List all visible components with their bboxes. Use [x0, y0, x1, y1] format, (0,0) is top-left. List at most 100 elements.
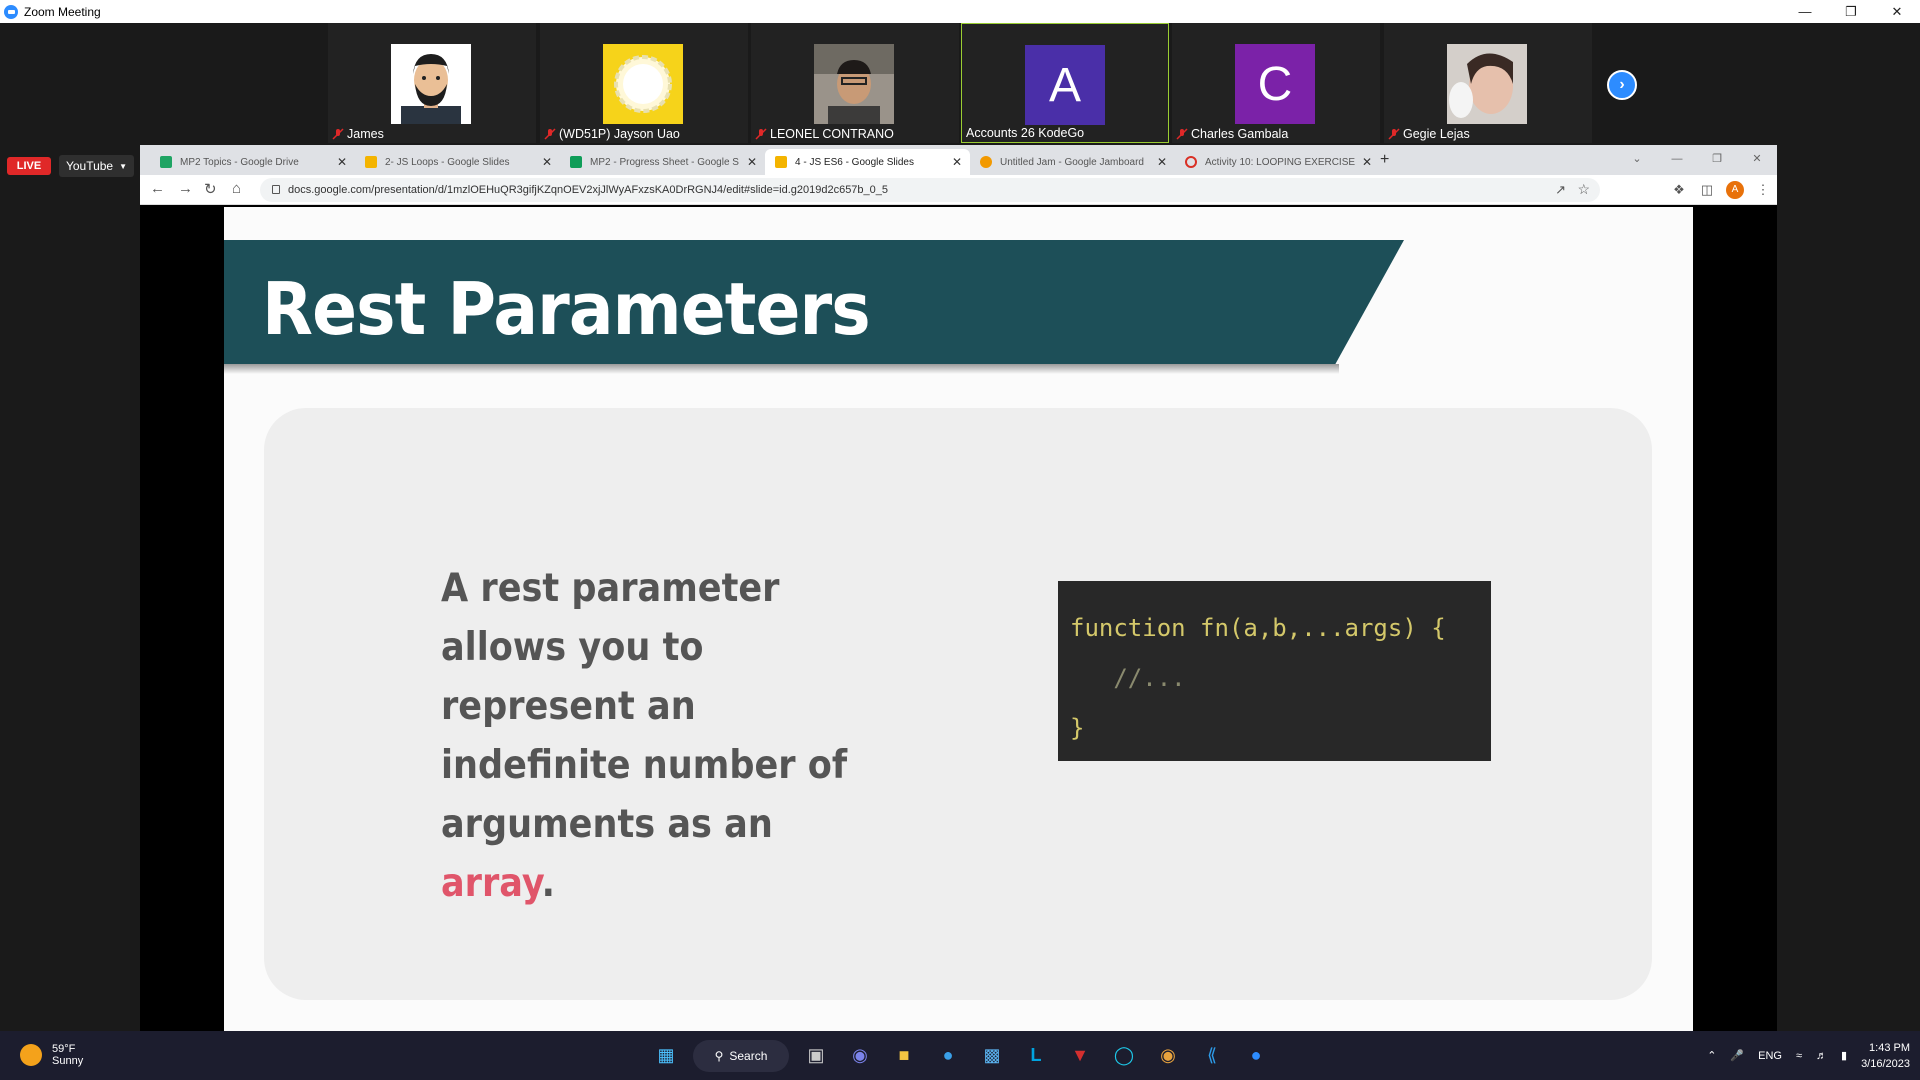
participant-tile[interactable]: C Charles Gambala — [1172, 23, 1380, 143]
stream-platform-dropdown[interactable]: YouTube ▼ — [59, 155, 134, 177]
tab-close-icon[interactable]: ✕ — [337, 155, 347, 169]
tab-title: MP2 Topics - Google Drive — [180, 156, 299, 168]
weather-widget[interactable]: 59°F Sunny — [20, 1043, 83, 1067]
slide-description: A rest parameter allows you to represent… — [441, 559, 864, 913]
microphone-icon[interactable]: 🎤 — [1730, 1049, 1744, 1062]
chrome-icon[interactable]: ◉ — [1154, 1041, 1182, 1069]
participant-avatar — [603, 44, 683, 124]
store-icon[interactable]: ▩ — [978, 1041, 1006, 1069]
tab-close-icon[interactable]: ✕ — [1157, 155, 1167, 169]
vscode-icon[interactable]: ⟪ — [1198, 1041, 1226, 1069]
slide-title: Rest Parameters — [262, 267, 871, 351]
banner-shadow — [224, 364, 1339, 374]
minimize-icon[interactable]: — — [1657, 145, 1697, 175]
share-icon[interactable]: ↗ — [1555, 182, 1566, 198]
participant-avatar — [1447, 44, 1527, 124]
taskbar-search-button[interactable]: ⚲ Search — [693, 1040, 789, 1072]
tab-title: Untitled Jam - Google Jamboard — [1000, 156, 1144, 168]
browser-tab[interactable]: Activity 10: LOOPING EXERCISE ✕ — [1175, 149, 1380, 175]
search-icon: ⚲ — [714, 1049, 724, 1063]
url-text: docs.google.com/presentation/d/1mzlOEHuQ… — [288, 184, 889, 196]
browser-toolbar: ← → ↻ ⌂ docs.google.com/presentation/d/1… — [140, 175, 1777, 205]
windows-start-icon[interactable]: ▦ — [652, 1041, 680, 1069]
browser-tab[interactable]: MP2 - Progress Sheet - Google S ✕ — [560, 149, 765, 175]
weather-temp: 59°F — [52, 1043, 76, 1055]
participant-tile[interactable]: LEONEL CONTRANO — [751, 23, 959, 143]
windows-taskbar: 59°F Sunny ▦ ⚲ Search ▣ ◉ ■ ● ▩ L ▼ ◯ ◉ ⟪ … — [0, 1031, 1920, 1080]
teams-chat-icon[interactable]: ◉ — [846, 1041, 874, 1069]
clock-date: 3/16/2023 — [1861, 1057, 1910, 1070]
minimize-icon[interactable]: — — [1782, 0, 1828, 23]
restore-icon[interactable]: ❐ — [1697, 145, 1737, 175]
forward-icon[interactable]: → — [178, 180, 193, 197]
browser-tab[interactable]: Untitled Jam - Google Jamboard ✕ — [970, 149, 1175, 175]
participant-avatar — [814, 44, 894, 124]
tab-title: 2- JS Loops - Google Slides — [385, 156, 510, 168]
language-indicator[interactable]: ENG — [1758, 1050, 1782, 1062]
mic-muted-icon — [332, 128, 344, 140]
browser-tabbar: MP2 Topics - Google Drive ✕ 2- JS Loops -… — [140, 145, 1777, 175]
tab-close-icon[interactable]: ✕ — [542, 155, 552, 169]
restore-icon[interactable]: ❐ — [1828, 0, 1874, 23]
taskbar-clock[interactable]: 1:43 PM 3/16/2023 — [1861, 1040, 1910, 1072]
zoom-logo-icon — [4, 4, 18, 19]
participant-avatar: C — [1235, 44, 1315, 124]
system-tray: ⌃ 🎤 ENG ≈ ♬ ▮ 1:43 PM 3/16/2023 — [1707, 1031, 1920, 1080]
mic-muted-icon — [755, 128, 767, 140]
lock-icon — [272, 185, 280, 194]
profile-avatar[interactable]: A — [1726, 181, 1744, 199]
extensions-icon[interactable]: ❖ — [1665, 182, 1693, 198]
mic-muted-icon — [1176, 128, 1188, 140]
search-label: Search — [729, 1049, 768, 1063]
file-explorer-icon[interactable]: ■ — [890, 1041, 918, 1069]
reload-icon[interactable]: ↻ — [204, 180, 217, 198]
tab-close-icon[interactable]: ✕ — [1362, 155, 1372, 169]
participant-name: Accounts 26 KodeGo — [966, 126, 1085, 140]
participant-tile[interactable]: James — [328, 23, 536, 143]
side-panel-icon[interactable]: ◫ — [1693, 182, 1721, 198]
participant-tile-active-speaker[interactable]: A Accounts 26 KodeGo — [961, 23, 1169, 143]
app-l-icon[interactable]: L — [1022, 1041, 1050, 1069]
close-icon[interactable]: ✕ — [1874, 0, 1920, 23]
tab-search-icon[interactable]: ⌄ — [1617, 145, 1657, 175]
shared-screen-browser: MP2 Topics - Google Drive ✕ 2- JS Loops -… — [140, 145, 1777, 1031]
description-highlight: array — [441, 861, 542, 906]
task-view-icon[interactable]: ▣ — [802, 1041, 830, 1069]
mcafee-icon[interactable]: ▼ — [1066, 1041, 1094, 1069]
participant-name: Charles Gambala — [1191, 127, 1289, 141]
new-tab-icon[interactable]: + — [1380, 151, 1389, 169]
participant-avatar — [391, 44, 471, 124]
home-icon[interactable]: ⌂ — [232, 180, 241, 197]
address-bar[interactable]: docs.google.com/presentation/d/1mzlOEHuQ… — [260, 178, 1600, 202]
participant-tile[interactable]: Gegie Lejas — [1384, 23, 1592, 143]
edge-icon[interactable]: ● — [934, 1041, 962, 1069]
close-icon[interactable]: ✕ — [1737, 145, 1777, 175]
tab-close-icon[interactable]: ✕ — [747, 155, 757, 169]
tab-close-icon[interactable]: ✕ — [952, 155, 962, 169]
participant-tile[interactable]: (WD51P) Jayson Uao — [540, 23, 748, 143]
sheets-icon — [570, 156, 582, 168]
chevron-up-icon[interactable]: ⌃ — [1707, 1049, 1716, 1062]
wifi-icon[interactable]: ≈ — [1796, 1050, 1802, 1062]
volume-icon[interactable]: ♬ — [1816, 1050, 1827, 1062]
participant-avatar: A — [1025, 45, 1105, 125]
browser-tab-active[interactable]: 4 - JS ES6 - Google Slides ✕ — [765, 149, 970, 175]
zoom-taskbar-icon[interactable]: ● — [1242, 1041, 1270, 1069]
code-line: //... — [1070, 664, 1186, 692]
alexa-icon[interactable]: ◯ — [1110, 1041, 1138, 1069]
jamboard-icon — [980, 156, 992, 168]
tab-title: Activity 10: LOOPING EXERCISE — [1205, 156, 1356, 168]
description-text: A rest parameter allows you to represent… — [441, 566, 848, 847]
bookmark-star-icon[interactable]: ☆ — [1577, 181, 1590, 198]
drive-icon — [160, 156, 172, 168]
live-badge[interactable]: LIVE — [7, 157, 51, 175]
back-icon[interactable]: ← — [150, 180, 165, 197]
menu-icon[interactable]: ⋮ — [1749, 182, 1777, 198]
window-title: Zoom Meeting — [24, 4, 101, 19]
participant-name: (WD51P) Jayson Uao — [559, 127, 680, 141]
next-participants-button[interactable]: › — [1607, 70, 1637, 100]
browser-tab[interactable]: 2- JS Loops - Google Slides ✕ — [355, 149, 560, 175]
battery-icon[interactable]: ▮ — [1841, 1049, 1847, 1062]
caret-down-icon: ▼ — [119, 161, 128, 171]
browser-tab[interactable]: MP2 Topics - Google Drive ✕ — [150, 149, 355, 175]
